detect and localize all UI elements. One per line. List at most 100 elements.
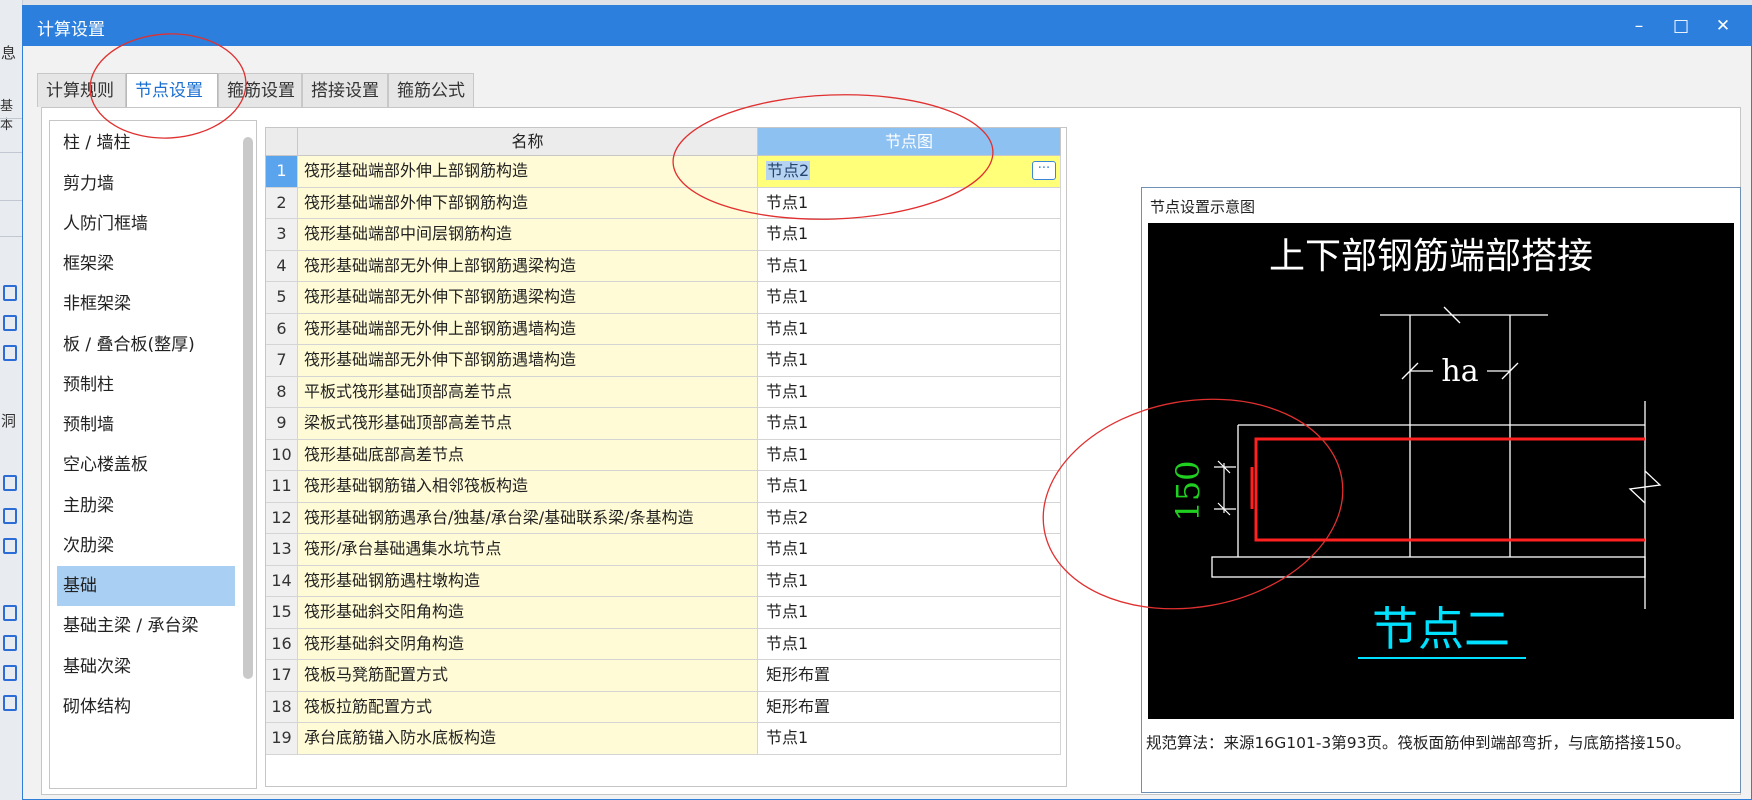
tab-stirrup-formula[interactable]: 箍筋公式	[388, 73, 474, 107]
table-row[interactable]: 14 筏形基础钢筋遇柱墩构造 节点1	[266, 565, 1061, 597]
row-name-cell[interactable]: 筏板拉筋配置方式	[298, 691, 758, 723]
background-tool-icon[interactable]	[3, 345, 17, 361]
background-tool-icon[interactable]	[3, 605, 17, 621]
category-item[interactable]: 基础次梁	[57, 647, 235, 687]
category-item[interactable]: 人防门框墙	[57, 204, 235, 244]
row-node-cell[interactable]: 节点1	[758, 565, 1061, 597]
row-node-cell[interactable]: 节点1	[758, 439, 1061, 471]
table-row[interactable]: 16 筏形基础斜交阴角构造 节点1	[266, 628, 1061, 660]
row-name-cell[interactable]: 筏板马凳筋配置方式	[298, 660, 758, 692]
dialog-titlebar[interactable]: 计算设置 – □ ✕	[23, 6, 1751, 46]
background-tool-icon[interactable]	[3, 695, 17, 711]
tab-calc-rules[interactable]: 计算规则	[37, 73, 126, 107]
row-name-cell[interactable]: 承台底筋锚入防水底板构造	[298, 723, 758, 755]
table-row[interactable]: 9 梁板式筏形基础顶部高差节点 节点1	[266, 408, 1061, 440]
row-number: 2	[266, 187, 298, 219]
row-node-cell[interactable]: 节点1	[758, 534, 1061, 566]
row-name-cell[interactable]: 筏形基础端部外伸下部钢筋构造	[298, 187, 758, 219]
table-row[interactable]: 4 筏形基础端部无外伸上部钢筋遇梁构造 节点1	[266, 250, 1061, 282]
background-tool-icon[interactable]	[3, 475, 17, 491]
row-node-cell[interactable]: 节点1	[758, 313, 1061, 345]
row-name-cell[interactable]: 筏形基础端部无外伸上部钢筋遇墙构造	[298, 313, 758, 345]
table-row[interactable]: 19 承台底筋锚入防水底板构造 节点1	[266, 723, 1061, 755]
row-node-cell[interactable]: 矩形布置	[758, 660, 1061, 692]
row-node-cell[interactable]: 节点1	[758, 723, 1061, 755]
maximize-button[interactable]: □	[1663, 12, 1699, 40]
column-header-name[interactable]: 名称	[298, 128, 758, 156]
table-row[interactable]: 7 筏形基础端部无外伸下部钢筋遇墙构造 节点1	[266, 345, 1061, 377]
row-name-cell[interactable]: 筏形基础端部无外伸下部钢筋遇梁构造	[298, 282, 758, 314]
background-tool-icon[interactable]	[3, 285, 17, 301]
table-row[interactable]: 13 筏形/承台基础遇集水坑节点 节点1	[266, 534, 1061, 566]
category-item[interactable]: 预制墙	[57, 405, 235, 445]
background-tool-icon[interactable]	[3, 538, 17, 554]
row-node-cell[interactable]: 节点2 ···	[758, 156, 1061, 188]
row-name-cell[interactable]: 筏形基础斜交阴角构造	[298, 628, 758, 660]
row-name-cell[interactable]: 筏形/承台基础遇集水坑节点	[298, 534, 758, 566]
category-item[interactable]: 剪力墙	[57, 164, 235, 204]
row-node-cell[interactable]: 节点1	[758, 376, 1061, 408]
row-name-cell[interactable]: 筏形基础斜交阳角构造	[298, 597, 758, 629]
background-tool-icon[interactable]	[3, 665, 17, 681]
table-row[interactable]: 10 筏形基础底部高差节点 节点1	[266, 439, 1061, 471]
row-node-cell[interactable]: 节点1	[758, 471, 1061, 503]
table-row[interactable]: 15 筏形基础斜交阳角构造 节点1	[266, 597, 1061, 629]
minimize-button[interactable]: –	[1621, 12, 1657, 40]
row-node-cell[interactable]: 节点1	[758, 408, 1061, 440]
row-name-cell[interactable]: 梁板式筏形基础顶部高差节点	[298, 408, 758, 440]
background-tool-icon[interactable]	[3, 315, 17, 331]
row-node-cell[interactable]: 节点1	[758, 187, 1061, 219]
table-row[interactable]: 18 筏板拉筋配置方式 矩形布置	[266, 691, 1061, 723]
category-item[interactable]: 板 / 叠合板(整厚)	[57, 325, 235, 365]
background-tool-icon[interactable]	[3, 508, 17, 524]
row-node-cell[interactable]: 矩形布置	[758, 691, 1061, 723]
table-row[interactable]: 1 筏形基础端部外伸上部钢筋构造 节点2 ···	[266, 156, 1061, 188]
row-name-cell[interactable]: 平板式筏形基础顶部高差节点	[298, 376, 758, 408]
table-row[interactable]: 8 平板式筏形基础顶部高差节点 节点1	[266, 376, 1061, 408]
row-name-cell[interactable]: 筏形基础端部无外伸上部钢筋遇梁构造	[298, 250, 758, 282]
row-node-cell[interactable]: 节点1	[758, 345, 1061, 377]
row-node-cell[interactable]: 节点1	[758, 219, 1061, 251]
category-scrollbar[interactable]	[243, 137, 253, 679]
row-node-cell[interactable]: 节点1	[758, 282, 1061, 314]
column-header-node[interactable]: 节点图	[758, 128, 1061, 156]
category-item[interactable]: 次肋梁	[57, 526, 235, 566]
row-node-cell[interactable]: 节点1	[758, 250, 1061, 282]
category-item[interactable]: 基础	[57, 566, 235, 606]
category-item[interactable]: 空心楼盖板	[57, 445, 235, 485]
table-row[interactable]: 5 筏形基础端部无外伸下部钢筋遇梁构造 节点1	[266, 282, 1061, 314]
row-node-cell[interactable]: 节点2	[758, 502, 1061, 534]
table-row[interactable]: 11 筏形基础钢筋锚入相邻筏板构造 节点1	[266, 471, 1061, 503]
table-row[interactable]: 3 筏形基础端部中间层钢筋构造 节点1	[266, 219, 1061, 251]
category-item[interactable]: 框架梁	[57, 244, 235, 284]
row-name-cell[interactable]: 筏形基础钢筋遇柱墩构造	[298, 565, 758, 597]
table-row[interactable]: 2 筏形基础端部外伸下部钢筋构造 节点1	[266, 187, 1061, 219]
node-value-selected[interactable]: 节点2	[766, 161, 811, 180]
category-item[interactable]: 主肋梁	[57, 486, 235, 526]
category-item[interactable]: 非框架梁	[57, 284, 235, 324]
background-tool-icon[interactable]	[3, 635, 17, 651]
category-item[interactable]: 砌体结构	[57, 687, 235, 727]
table-row[interactable]: 6 筏形基础端部无外伸上部钢筋遇墙构造 节点1	[266, 313, 1061, 345]
tab-node-settings[interactable]: 节点设置	[126, 73, 218, 109]
background-label: 息	[1, 44, 17, 62]
category-item[interactable]: 预制柱	[57, 365, 235, 405]
row-name-cell[interactable]: 筏形基础端部外伸上部钢筋构造	[298, 156, 758, 188]
category-item[interactable]: 柱 / 墙柱	[57, 123, 235, 163]
row-number: 7	[266, 345, 298, 377]
category-list: 柱 / 墙柱 剪力墙 人防门框墙 框架梁 非框架梁 板 / 叠合板(整厚) 预制…	[49, 120, 257, 789]
row-name-cell[interactable]: 筏形基础端部无外伸下部钢筋遇墙构造	[298, 345, 758, 377]
ellipsis-button[interactable]: ···	[1032, 161, 1056, 180]
category-item[interactable]: 基础主梁 / 承台梁	[57, 606, 235, 646]
table-row[interactable]: 12 筏形基础钢筋遇承台/独基/承台梁/基础联系梁/条基构造 节点2	[266, 502, 1061, 534]
row-node-cell[interactable]: 节点1	[758, 597, 1061, 629]
row-name-cell[interactable]: 筏形基础端部中间层钢筋构造	[298, 219, 758, 251]
row-name-cell[interactable]: 筏形基础钢筋锚入相邻筏板构造	[298, 471, 758, 503]
close-button[interactable]: ✕	[1705, 12, 1741, 40]
tab-stirrup-settings[interactable]: 箍筋设置	[218, 73, 302, 107]
tab-lap-settings[interactable]: 搭接设置	[302, 73, 388, 107]
row-name-cell[interactable]: 筏形基础钢筋遇承台/独基/承台梁/基础联系梁/条基构造	[298, 502, 758, 534]
row-name-cell[interactable]: 筏形基础底部高差节点	[298, 439, 758, 471]
table-row[interactable]: 17 筏板马凳筋配置方式 矩形布置	[266, 660, 1061, 692]
row-node-cell[interactable]: 节点1	[758, 628, 1061, 660]
